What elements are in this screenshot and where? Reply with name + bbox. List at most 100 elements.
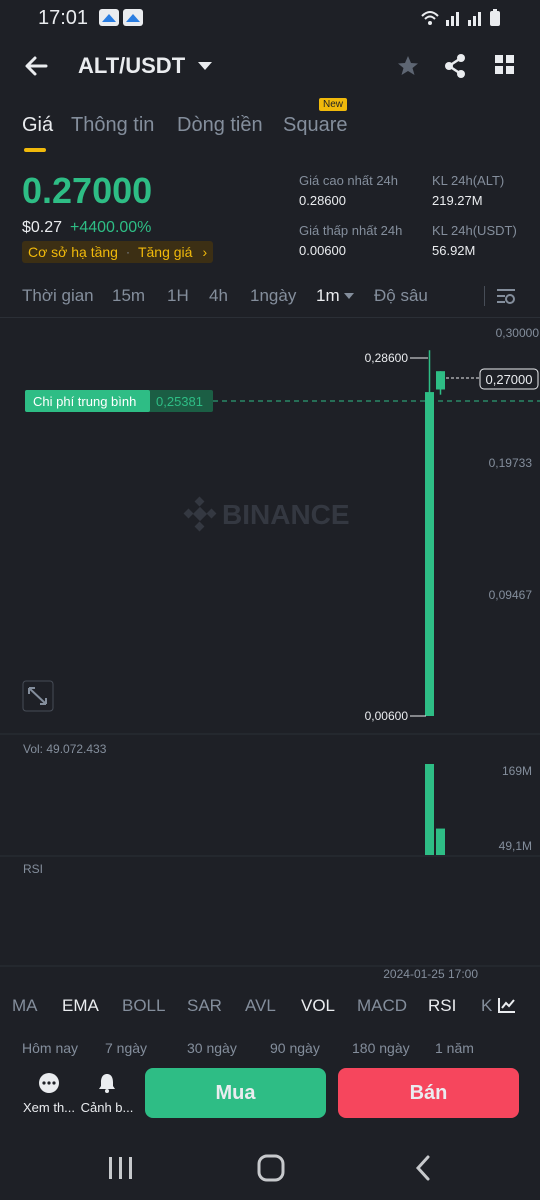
candle-body xyxy=(425,392,434,716)
back-nav-icon[interactable] xyxy=(415,1155,430,1181)
high-24h-label: Giá cao nhất 24h xyxy=(299,173,399,188)
active-tab-indicator xyxy=(24,148,46,152)
volume-axis-label: 49,1M xyxy=(499,839,532,853)
avg-cost-label: Chi phí trung bình xyxy=(33,394,136,409)
buy-button[interactable]: Mua xyxy=(145,1068,326,1118)
range-1y[interactable]: 1 năm xyxy=(435,1040,474,1056)
main-tabs: Giá Thông tin Dòng tiền Square New xyxy=(0,98,540,154)
indicator-k[interactable]: K xyxy=(481,996,492,1016)
interval-1h[interactable]: 1H xyxy=(167,286,189,306)
alert-label: Cảnh b... xyxy=(80,1100,134,1115)
interval-bar: Thời gian 15m 1H 4h 1ngày 1m Độ sâu xyxy=(0,280,540,316)
home-icon[interactable] xyxy=(257,1154,285,1182)
binance-watermark: BINANCE xyxy=(183,496,350,532)
tab-info[interactable]: Thông tin xyxy=(71,114,154,137)
gallery-notification-icon xyxy=(123,9,143,26)
star-icon[interactable] xyxy=(396,54,420,78)
status-time: 17:01 xyxy=(38,7,89,29)
chart-timestamp: 2024-01-25 17:00 xyxy=(383,967,478,978)
chevron-right-icon: › xyxy=(202,244,208,260)
interval-15m[interactable]: 15m xyxy=(112,286,145,306)
tab-square[interactable]: Square xyxy=(283,114,348,137)
high-marker-label: 0,28600 xyxy=(365,351,409,365)
low-24h-label: Giá thấp nhất 24h xyxy=(299,223,403,238)
indicator-sar[interactable]: SAR xyxy=(187,996,222,1016)
last-price: 0.27000 xyxy=(22,170,153,211)
candles xyxy=(425,350,445,716)
price-chart[interactable]: 0,30000 0,19733 0,09467 BINANCE Chi phí … xyxy=(0,318,540,978)
vol-usdt-label: KL 24h(USDT) xyxy=(432,223,517,238)
price-axis-label: 0,30000 xyxy=(496,326,540,340)
recent-apps-icon[interactable] xyxy=(109,1157,132,1179)
category-tags[interactable]: Cơ sở hạ tầng · Tăng giá › xyxy=(22,241,214,263)
range-today[interactable]: Hôm nay xyxy=(22,1040,78,1056)
grid-menu-icon[interactable] xyxy=(494,54,516,76)
more-action[interactable]: Xem th... xyxy=(18,1072,80,1115)
indicator-ema[interactable]: EMA xyxy=(62,996,99,1016)
price-change: +4400.00% xyxy=(70,219,152,236)
sell-button[interactable]: Bán xyxy=(338,1068,519,1118)
volume-bar xyxy=(436,828,445,855)
low-marker-label: 0,00600 xyxy=(365,709,409,723)
interval-1m[interactable]: 1m xyxy=(316,286,340,306)
tag-infrastructure[interactable]: Cơ sở hạ tầng xyxy=(28,244,118,260)
indicator-avl[interactable]: AVL xyxy=(245,996,276,1016)
range-30d[interactable]: 30 ngày xyxy=(187,1040,237,1056)
share-icon[interactable] xyxy=(443,53,467,79)
interval-depth[interactable]: Độ sâu xyxy=(374,286,428,306)
indicator-boll[interactable]: BOLL xyxy=(122,996,165,1016)
vol-alt-value: 219.27M xyxy=(432,193,483,208)
more-dots-icon xyxy=(39,1073,59,1093)
price-axis-label: 0,09467 xyxy=(489,588,533,602)
candle-body xyxy=(436,371,445,390)
more-label: Xem th... xyxy=(22,1100,76,1115)
price-usd: $0.27 xyxy=(22,219,63,236)
high-24h-value: 0.28600 xyxy=(299,193,346,208)
tag-rising[interactable]: Tăng giá xyxy=(138,244,192,260)
status-icons xyxy=(421,9,500,26)
avg-cost-value: 0,25381 xyxy=(156,394,203,409)
vol-usdt-value: 56.92M xyxy=(432,243,476,258)
indicator-settings-icon[interactable] xyxy=(497,996,517,1014)
low-24h-value: 0.00600 xyxy=(299,243,346,258)
range-90d[interactable]: 90 ngày xyxy=(270,1040,320,1056)
last-price-tag-label: 0,27000 xyxy=(486,372,533,387)
interval-4h[interactable]: 4h xyxy=(209,286,228,306)
indicator-ma[interactable]: MA xyxy=(12,996,38,1016)
interval-1day[interactable]: 1ngày xyxy=(250,286,296,306)
pair-selector[interactable]: ALT/USDT xyxy=(78,53,213,79)
rsi-label: RSI xyxy=(23,862,43,876)
top-bar: ALT/USDT xyxy=(0,40,540,96)
interval-time[interactable]: Thời gian xyxy=(22,286,94,306)
tab-money-flow[interactable]: Dòng tiền xyxy=(177,114,263,137)
bell-icon xyxy=(99,1074,115,1093)
alert-action[interactable]: Cảnh b... xyxy=(76,1072,138,1115)
expand-icon xyxy=(28,687,47,705)
range-180d[interactable]: 180 ngày xyxy=(352,1040,410,1056)
new-badge: New xyxy=(319,98,348,111)
chart-settings-icon[interactable] xyxy=(496,287,516,305)
indicator-rsi[interactable]: RSI xyxy=(428,996,456,1016)
vol-alt-label: KL 24h(ALT) xyxy=(432,173,505,188)
volume-bars xyxy=(425,764,445,855)
watermark-text: BINANCE xyxy=(222,499,350,530)
system-nav-bar xyxy=(109,1154,430,1182)
indicator-macd[interactable]: MACD xyxy=(357,996,407,1016)
indicator-vol[interactable]: VOL xyxy=(301,996,335,1016)
status-bar: 17:01 xyxy=(0,0,540,36)
binance-logo-icon xyxy=(183,496,217,532)
tag-separator: · xyxy=(125,245,130,259)
volume-bar xyxy=(425,764,434,855)
caret-down-icon xyxy=(198,62,213,70)
caret-down-icon xyxy=(344,293,354,299)
volume-label: Vol: 49.072.433 xyxy=(23,742,107,756)
price-axis-label: 0,19733 xyxy=(489,456,533,470)
expand-chart-button[interactable] xyxy=(22,680,54,712)
gallery-notification-icon xyxy=(99,9,119,26)
back-arrow-icon[interactable] xyxy=(24,54,48,78)
interval-divider xyxy=(484,286,485,306)
range-7d[interactable]: 7 ngày xyxy=(105,1040,147,1056)
pair-title: ALT/USDT xyxy=(78,53,186,78)
tab-price[interactable]: Giá xyxy=(22,114,53,137)
volume-axis-label: 169M xyxy=(502,764,532,778)
